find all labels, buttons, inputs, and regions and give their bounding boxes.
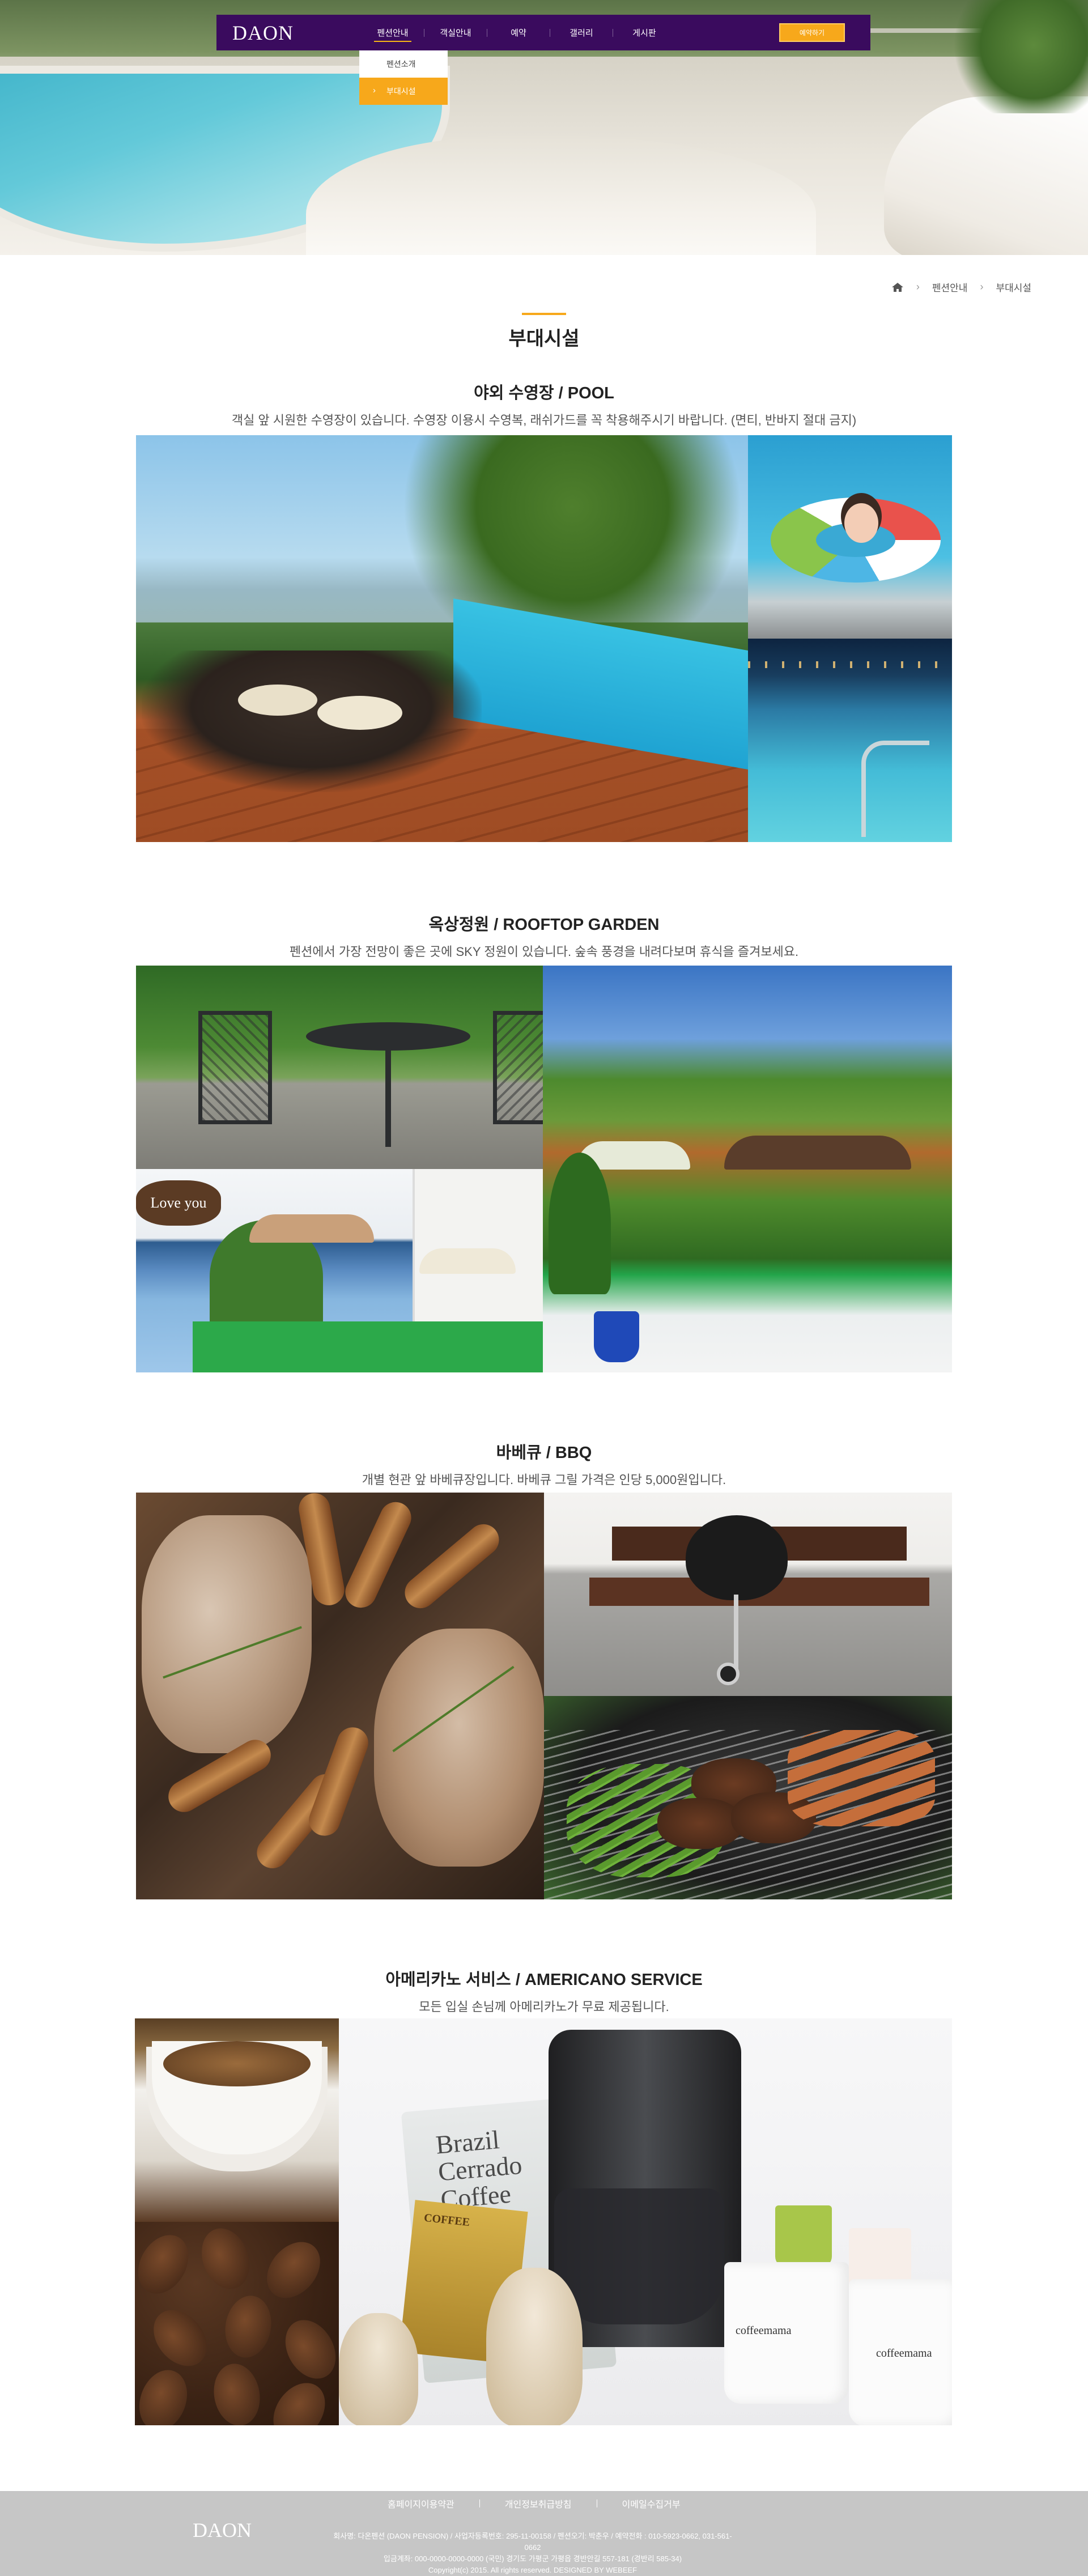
mug-label: coffeemama: [876, 2347, 932, 2360]
plant: [549, 1153, 611, 1294]
coffee-bean: [262, 2373, 336, 2425]
coffee-photo-beans: [135, 2222, 339, 2425]
grill-leg: [734, 1595, 738, 1674]
section-title: 옥상정원 / ROOFTOP GARDEN: [428, 916, 660, 934]
footer-links: 홈페이지이용약관 개인정보취급방침 이메일수집거부: [363, 2497, 706, 2510]
coffee-section-header: 아메리카노 서비스 / AMERICANO SERVICE 모든 입실 손님께 …: [0, 1966, 1088, 2015]
home-icon[interactable]: [891, 282, 904, 292]
nav-item-pension-info[interactable]: 펜션안내: [362, 27, 424, 42]
garden-photo-view: [543, 966, 952, 1372]
figurine: [339, 2313, 418, 2425]
breadcrumb-item-current: 부대시설: [996, 283, 1031, 294]
pool-photo-night: [748, 639, 952, 842]
bbq-photo-grilling: [544, 1696, 952, 1899]
bbq-photo-meat: [136, 1493, 544, 1899]
coffee-bag-label: Brazil Cerrado Coffee: [434, 2125, 524, 2214]
flower-pot: [594, 1311, 639, 1362]
figurine: [486, 2268, 583, 2425]
nav-item-board[interactable]: 게시판: [613, 27, 675, 39]
green-cup: [775, 2205, 832, 2268]
footer-info: 회사명: 다온펜션 (DAON PENSION) / 사업자등록번호: 295-…: [329, 2531, 737, 2576]
footer: DAON 홈페이지이용약관 개인정보취급방침 이메일수집거부 회사명: 다온펜션…: [0, 2491, 1088, 2576]
mug-label: coffeemama: [736, 2324, 792, 2337]
umbrella: [419, 1248, 516, 1274]
page-title: 부대시설: [508, 328, 580, 350]
coffee-bean: [209, 2360, 265, 2425]
breadcrumb-item[interactable]: 펜션안내: [932, 280, 968, 294]
nav-item-gallery[interactable]: 갤러리: [550, 27, 613, 39]
coffee-bean: [135, 2226, 199, 2303]
coffee-bean: [143, 2299, 218, 2377]
dropdown-item-label: 펜션소개: [386, 59, 416, 69]
footer-copyright: Copyright(c) 2015. All rights reserved. …: [428, 2566, 638, 2574]
cushion: [238, 685, 317, 716]
title-accent-bar: [522, 313, 566, 315]
umbrella: [249, 1214, 374, 1243]
hero-tree: [952, 0, 1088, 113]
sausages: [788, 1730, 935, 1826]
coffee-bean: [220, 2292, 276, 2362]
nav-menu: 펜션안내 객실안내 예약 갤러리 게시판: [362, 15, 675, 50]
chevron-right-icon: ›: [980, 281, 984, 292]
page-title-block: 부대시설: [0, 313, 1088, 351]
bbq-photo-grill: [544, 1493, 952, 1696]
meat: [657, 1798, 742, 1849]
main-nav: DAON 펜션안내 객실안내 예약 갤러리 게시판 예약하기: [216, 15, 870, 50]
garden-section-header: 옥상정원 / ROOFTOP GARDEN 펜션에서 가장 전망이 좋은 곳에 …: [0, 911, 1088, 960]
garden-photo-sign: Love you: [136, 1169, 543, 1372]
footer-link-terms[interactable]: 홈페이지이용약관: [363, 2497, 479, 2510]
section-description: 개별 현관 앞 바베큐장입니다. 바베큐 그릴 가격은 인당 5,000원입니다…: [362, 1473, 726, 1487]
footer-account-info: 입금계좌: 000-0000-0000-0000 (국민) 경기도 가평군 가평…: [383, 2554, 682, 2563]
pool-section-header: 야외 수영장 / POOL 객실 앞 시원한 수영장이 있습니다. 수영장 이용…: [0, 380, 1088, 428]
reserve-button[interactable]: 예약하기: [779, 23, 845, 42]
footer-link-privacy[interactable]: 개인정보취급방침: [480, 2497, 597, 2510]
footer-link-email-refusal[interactable]: 이메일수집거부: [597, 2497, 706, 2510]
dropdown-item-pension-intro[interactable]: 펜션소개: [359, 50, 448, 78]
daybed: [142, 651, 482, 792]
turf: [193, 1321, 543, 1372]
footer-company-info: 회사명: 다온펜션 (DAON PENSION) / 사업자등록번호: 295-…: [333, 2532, 732, 2552]
cushion: [317, 696, 402, 730]
sausage: [398, 1517, 505, 1615]
bbq-section-header: 바베큐 / BBQ 개별 현관 앞 바베큐장입니다. 바베큐 그릴 가격은 인당…: [0, 1439, 1088, 1488]
nav-item-reservation[interactable]: 예약: [487, 27, 550, 39]
pool-ladder: [861, 741, 929, 837]
love-you-sign: Love you: [136, 1180, 221, 1226]
section-description: 펜션에서 가장 전망이 좋은 곳에 SKY 정원이 있습니다. 숲속 풍경을 내…: [289, 945, 799, 959]
coffee-photo-maker: Brazil Cerrado Coffee COFFEE coffeemama …: [339, 2018, 952, 2425]
section-description: 객실 앞 시원한 수영장이 있습니다. 수영장 이용시 수영복, 래쉬가드를 꼭…: [231, 413, 857, 427]
coffee-bean: [275, 2311, 339, 2388]
kettle-grill: [686, 1515, 788, 1600]
coffee-bean: [135, 2363, 196, 2425]
section-title: 야외 수영장 / POOL: [474, 384, 614, 402]
umbrella: [724, 1136, 911, 1170]
coffee-carafe: [554, 2188, 724, 2324]
chair: [198, 1011, 272, 1124]
section-title: 아메리카노 서비스 / AMERICANO SERVICE: [385, 1971, 703, 1989]
crema: [163, 2041, 311, 2086]
night-lights: [748, 661, 952, 668]
pool-photo-main: [136, 435, 748, 842]
coffee-bean: [193, 2222, 258, 2296]
chair: [493, 1011, 543, 1124]
steak: [142, 1515, 312, 1753]
logo[interactable]: DAON: [232, 21, 294, 45]
coffee-photo-cup: [135, 2018, 339, 2222]
section-description: 모든 입실 손님께 아메리카노가 무료 제공됩니다.: [419, 2000, 669, 2014]
grill-wheel: [717, 1663, 740, 1685]
nav-dropdown: 펜션소개 › 부대시설: [359, 50, 448, 105]
section-title: 바베큐 / BBQ: [496, 1444, 592, 1462]
swimmer: [844, 503, 878, 543]
breadcrumb: › 펜션안내 › 부대시설: [891, 280, 1031, 294]
chevron-right-icon: ›: [916, 281, 920, 292]
footer-logo[interactable]: DAON: [193, 2518, 252, 2542]
chevron-right-icon: ›: [373, 86, 376, 95]
dropdown-item-label: 부대시설: [386, 87, 416, 96]
coffee-bean: [256, 2231, 331, 2309]
pool-photo-float: [748, 435, 952, 639]
garden-photo-table: [136, 966, 543, 1169]
nav-item-rooms[interactable]: 객실안내: [424, 27, 487, 39]
dropdown-item-facilities[interactable]: › 부대시설: [359, 78, 448, 105]
table-leg: [385, 1045, 391, 1147]
